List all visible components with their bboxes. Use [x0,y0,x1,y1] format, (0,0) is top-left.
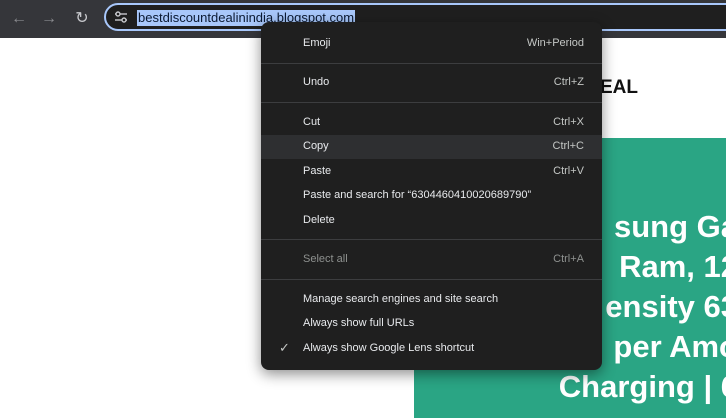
menu-item-show-lens-shortcut[interactable]: ✓ Always show Google Lens shortcut [261,337,602,361]
menu-item-shortcut: Ctrl+V [553,165,584,177]
menu-item-delete[interactable]: Delete [261,209,602,233]
banner-line: Charging | 6 [558,369,726,404]
menu-item-label: Always show full URLs [303,317,415,329]
menu-item-shortcut: Ctrl+Z [553,76,584,88]
menu-item-cut[interactable]: Cut Ctrl+X [261,111,602,135]
menu-item-label: Always show Google Lens shortcut [303,342,475,354]
banner-line: Ram, 12 [619,249,726,284]
menu-item-label: Paste [303,165,332,177]
menu-separator [261,239,602,240]
menu-item-undo[interactable]: Undo Ctrl+Z [261,71,602,95]
menu-item-paste[interactable]: Paste Ctrl+V [261,160,602,184]
back-button[interactable]: ← [8,8,30,30]
menu-item-label: Undo [303,76,330,88]
menu-item-paste-and-search[interactable]: Paste and search for “630446041002068979… [261,184,602,208]
menu-item-emoji[interactable]: Emoji Win+Period [261,32,602,56]
menu-item-shortcut: Ctrl+C [552,140,584,152]
banner-line: sung Ga [613,209,726,244]
menu-separator [261,102,602,103]
menu-item-copy[interactable]: Copy Ctrl+C [261,135,602,159]
forward-button[interactable]: → [38,8,60,30]
page-heading: EAL [600,77,638,98]
menu-item-label: Select all [303,253,348,265]
reload-icon: ↻ [75,10,89,27]
menu-item-manage-search-engines[interactable]: Manage search engines and site search [261,288,602,312]
menu-item-label: Emoji [303,37,331,49]
menu-item-show-full-urls[interactable]: Always show full URLs [261,312,602,336]
reload-button[interactable]: ↻ [71,8,93,30]
menu-item-label: Cut [303,116,321,128]
menu-item-label: Delete [303,214,335,226]
menu-item-label: Paste and search for “630446041002068979… [303,189,532,201]
banner-line: ensity 63 [605,289,726,324]
menu-separator [261,63,602,64]
menu-item-shortcut: Ctrl+X [553,116,584,128]
arrow-left-icon: ← [11,10,27,27]
menu-item-select-all[interactable]: Select all Ctrl+A [261,248,602,272]
banner-line: per Amo [613,329,726,364]
menu-item-label: Manage search engines and site search [303,293,499,305]
arrow-right-icon: → [41,10,57,27]
menu-item-shortcut: Win+Period [526,37,584,49]
tune-icon[interactable] [114,10,128,24]
checkmark-icon: ✓ [279,340,290,355]
menu-item-label: Copy [303,140,329,152]
context-menu: Emoji Win+Period Undo Ctrl+Z Cut Ctrl+X … [261,22,602,370]
menu-separator [261,279,602,280]
menu-item-shortcut: Ctrl+A [553,253,584,265]
